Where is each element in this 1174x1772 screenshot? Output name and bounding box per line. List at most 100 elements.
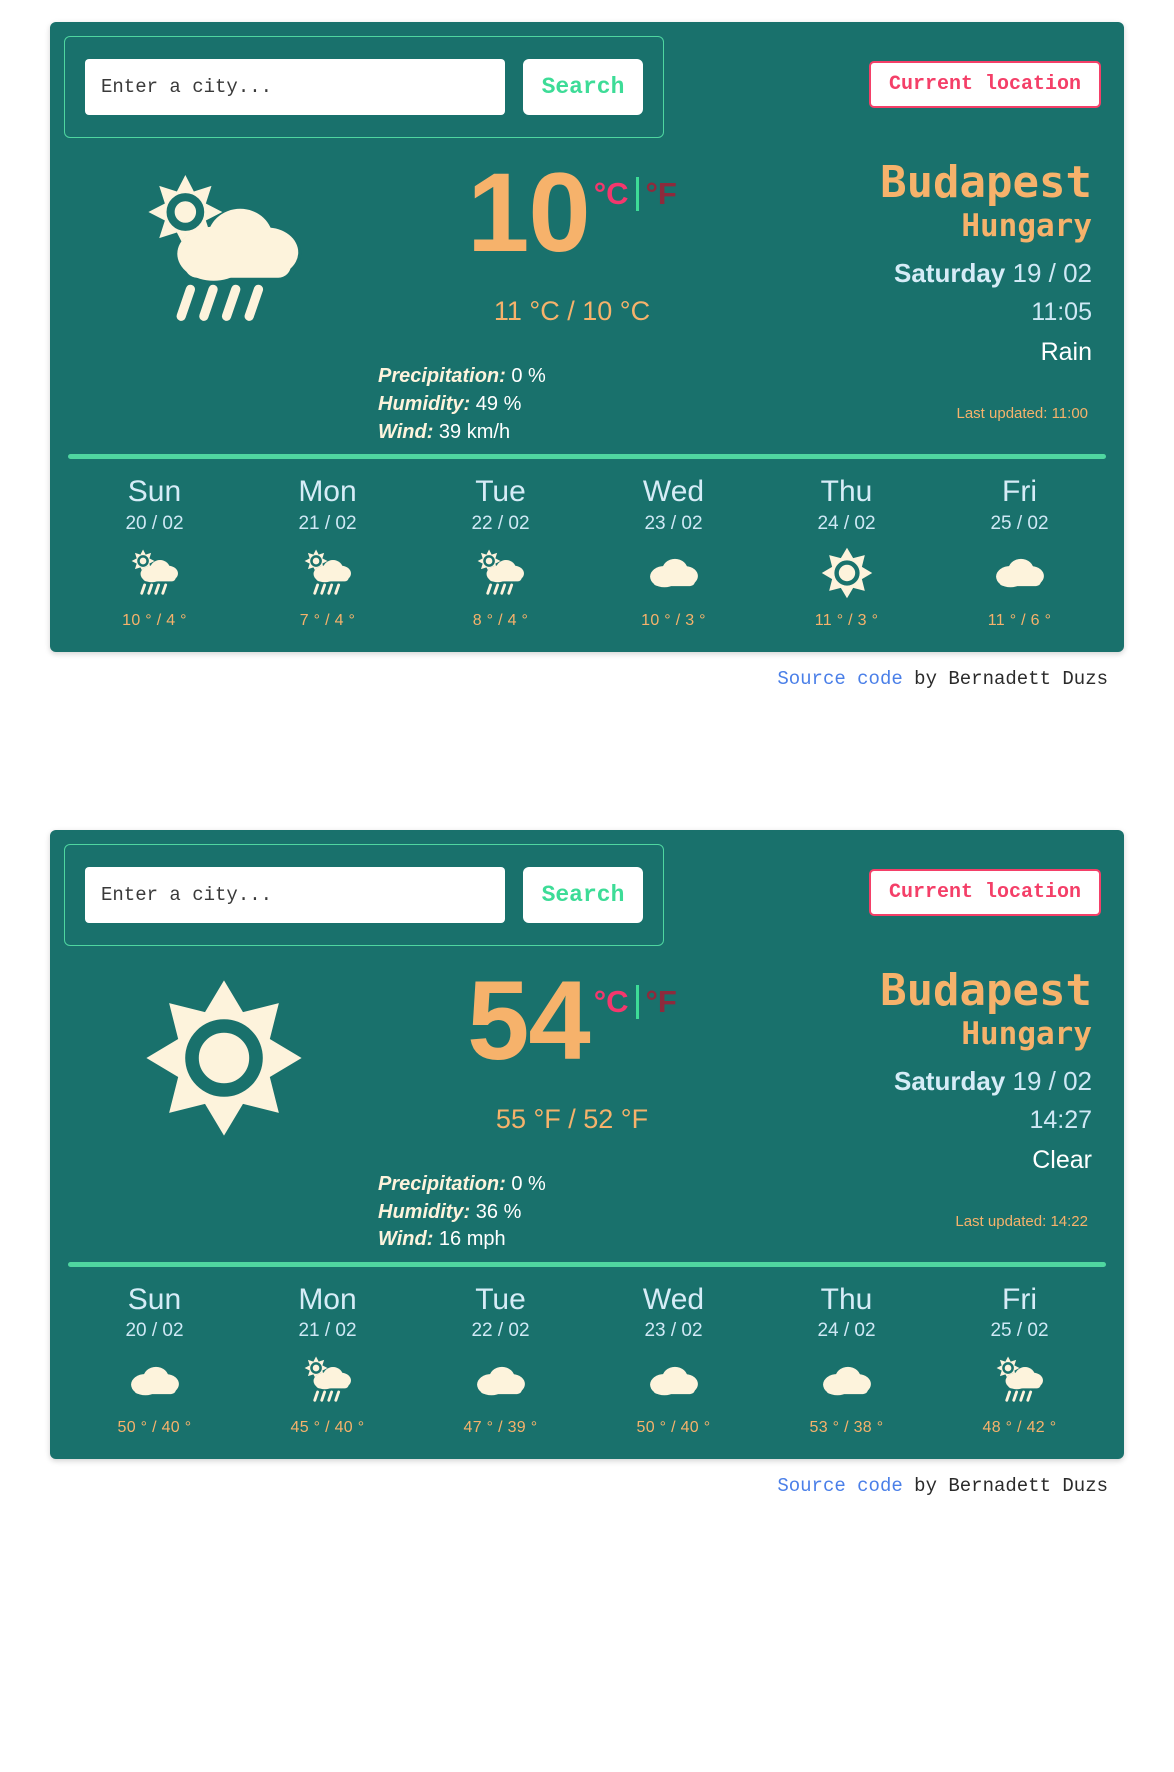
forecast-day: Fri 25 / 02 48 ° / 42 ° — [933, 1283, 1106, 1438]
wind-row: Wind: 39 km/h — [378, 419, 770, 447]
forecast-day-name: Mon — [298, 1282, 357, 1316]
forecast-day-date: 20 / 02 — [125, 1320, 184, 1342]
forecast-day-temps: 48 ° / 42 ° — [982, 1419, 1057, 1437]
humidity-row: Humidity: 49 % — [378, 391, 770, 419]
forecast-day-temps: 10 ° / 3 ° — [641, 611, 706, 629]
top-bar: Search Current location — [64, 843, 1110, 946]
weather-app-panel: Search Current location 10 °C — [50, 22, 1124, 652]
forecast-day-temps: 45 ° / 40 ° — [290, 1419, 365, 1437]
wind-value: 39 km/h — [438, 420, 511, 443]
weather-condition: Rain — [1040, 338, 1092, 367]
country-name: Hungary — [961, 208, 1092, 245]
temperature-column: 54 °C °F 55 °F / 52 °F Precipitation: 0 … — [374, 964, 770, 1254]
search-input[interactable] — [85, 866, 505, 923]
footer-author: by Bernadett Duzs — [902, 667, 1108, 690]
forecast-day-icon — [933, 1351, 1106, 1409]
fahrenheit-button[interactable]: °F — [646, 984, 677, 1020]
country-name: Hungary — [961, 1015, 1092, 1052]
forecast-day-date: 24 / 02 — [817, 512, 876, 534]
last-updated: Last updated: 11:00 — [956, 405, 1089, 423]
forecast-day-temps: 50 ° / 40 ° — [636, 1419, 711, 1437]
date-row: Saturday 19 / 02 — [770, 1066, 1092, 1097]
search-box: Search — [64, 36, 664, 138]
search-input[interactable] — [85, 59, 505, 115]
panels-container: Search Current location 10 °C — [0, 22, 1174, 1497]
footer: Source code by Bernadett Duzs — [50, 1459, 1124, 1497]
forecast-day-name: Thu — [820, 1282, 873, 1316]
location-info-column: Budapest Hungary Saturday 19 / 02 14:27 … — [770, 964, 1100, 1230]
current-date: 19 / 02 — [1012, 258, 1092, 289]
current-location-button[interactable]: Current location — [868, 868, 1101, 916]
top-bar: Search Current location — [64, 36, 1110, 138]
forecast-day-name: Fri — [1002, 1282, 1037, 1316]
search-box: Search — [64, 843, 664, 946]
current-temperature: 54 — [467, 957, 591, 1083]
unit-separator — [635, 177, 639, 211]
footer-author: by Bernadett Duzs — [902, 1475, 1108, 1498]
precipitation-label: Precipitation: — [378, 365, 512, 388]
search-button[interactable]: Search — [523, 59, 643, 115]
unit-toggle[interactable]: °C °F — [594, 176, 677, 212]
current-weather: 54 °C °F 55 °F / 52 °F Precipitation: 0 … — [64, 946, 1110, 1254]
forecast-day-name: Wed — [642, 1282, 705, 1316]
location-info-column: Budapest Hungary Saturday 19 / 02 11:05 … — [770, 156, 1100, 422]
footer: Source code by Bernadett Duzs — [50, 652, 1124, 690]
search-button[interactable]: Search — [523, 866, 643, 923]
fahrenheit-button[interactable]: °F — [646, 176, 677, 212]
forecast-day-name: Sun — [127, 475, 182, 509]
forecast-day-icon — [68, 1351, 241, 1409]
forecast-day-date: 23 / 02 — [644, 512, 703, 534]
forecast-day-icon — [587, 544, 760, 602]
forecast-day-date: 21 / 02 — [298, 1320, 357, 1342]
last-updated: Last updated: 14:22 — [955, 1213, 1088, 1231]
source-code-link[interactable]: Source code — [777, 668, 902, 690]
source-code-link[interactable]: Source code — [777, 1475, 902, 1497]
date-row: Saturday 19 / 02 — [770, 258, 1092, 289]
current-temperature: 10 — [467, 150, 591, 275]
wind-value: 16 mph — [438, 1228, 506, 1251]
forecast-day-temps: 7 ° / 4 ° — [299, 611, 356, 629]
weather-details: Precipitation: 0 % Humidity: 49 % Wind: … — [374, 363, 770, 446]
current-weather-icon-column — [74, 156, 374, 331]
forecast-day-icon — [587, 1351, 760, 1409]
unit-separator — [635, 984, 639, 1019]
forecast-day-date: 21 / 02 — [298, 512, 357, 534]
forecast-day-icon — [414, 544, 587, 602]
current-time: 14:27 — [1029, 1106, 1092, 1135]
top-spacer — [0, 0, 1174, 22]
precipitation-label: Precipitation: — [378, 1173, 512, 1196]
min-max-temperature: 11 °C / 10 °C — [493, 296, 651, 327]
wind-label: Wind: — [378, 420, 439, 443]
forecast-day-date: 20 / 02 — [125, 512, 184, 534]
forecast-day: Mon 21 / 02 7 ° / 4 ° — [241, 475, 414, 630]
humidity-value: 36 % — [475, 1200, 522, 1223]
forecast-day: Tue 22 / 02 8 ° / 4 ° — [414, 475, 587, 630]
temperature-column: 10 °C °F 11 °C / 10 °C Precipitation: 0 … — [374, 156, 770, 446]
forecast-day-date: 25 / 02 — [990, 1320, 1049, 1342]
forecast-day-name: Sun — [127, 1282, 182, 1316]
forecast-day-temps: 8 ° / 4 ° — [472, 611, 529, 629]
unit-toggle[interactable]: °C °F — [594, 984, 677, 1020]
precipitation-value: 0 % — [511, 365, 546, 388]
forecast-day-name: Tue — [475, 1282, 526, 1316]
day-of-week: Saturday — [893, 1066, 1013, 1097]
humidity-label: Humidity: — [378, 392, 476, 415]
current-weather-icon-column — [74, 964, 374, 1138]
forecast-day: Tue 22 / 02 47 ° / 39 ° — [414, 1283, 587, 1438]
forecast-day-temps: 47 ° / 39 ° — [463, 1419, 538, 1437]
panel-spacer — [50, 690, 1124, 830]
forecast-day-temps: 50 ° / 40 ° — [117, 1419, 192, 1437]
weather-app-panel: Search Current location 54 °C °F 55 ° — [50, 829, 1124, 1460]
current-location-button[interactable]: Current location — [868, 61, 1101, 108]
weather-details: Precipitation: 0 % Humidity: 36 % Wind: … — [374, 1171, 770, 1254]
forecast-day-date: 22 / 02 — [471, 1320, 530, 1342]
forecast-day-icon — [933, 544, 1106, 602]
temperature-line: 54 °C °F — [374, 957, 770, 1083]
forecast-day: Fri 25 / 02 11 ° / 6 ° — [933, 475, 1106, 630]
page-root: Search Current location 10 °C — [0, 0, 1174, 1497]
precipitation-row: Precipitation: 0 % — [378, 1171, 770, 1199]
celsius-button[interactable]: °C — [594, 176, 629, 212]
forecast-day-icon — [241, 544, 414, 602]
forecast-day-icon — [68, 544, 241, 602]
celsius-button[interactable]: °C — [594, 984, 629, 1020]
